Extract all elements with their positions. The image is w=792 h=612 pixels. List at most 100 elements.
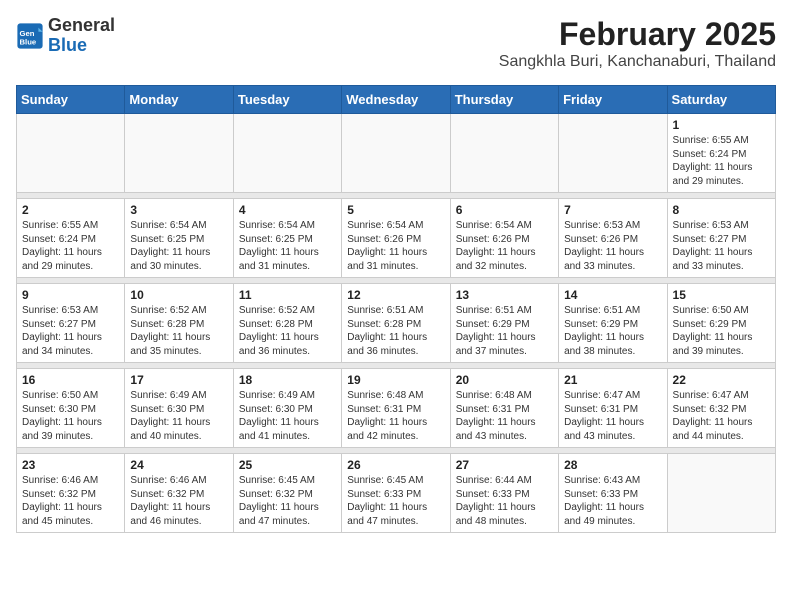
calendar-dow-tuesday: Tuesday [233, 86, 341, 114]
calendar-cell: 21Sunrise: 6:47 AM Sunset: 6:31 PM Dayli… [559, 369, 667, 448]
day-info: Sunrise: 6:54 AM Sunset: 6:26 PM Dayligh… [456, 219, 553, 273]
day-info: Sunrise: 6:45 AM Sunset: 6:32 PM Dayligh… [239, 474, 336, 528]
day-number: 27 [456, 458, 553, 472]
day-info: Sunrise: 6:46 AM Sunset: 6:32 PM Dayligh… [22, 474, 119, 528]
day-number: 16 [22, 373, 119, 387]
calendar-cell: 22 Sunrise: 6:47 AM Sunset: 6:32 PM Dayli… [667, 369, 775, 448]
day-info: Sunrise: 6:53 AM Sunset: 6:26 PM Dayligh… [564, 219, 661, 273]
day-info: Sunrise: 6:52 AM Sunset: 6:28 PM Dayligh… [239, 304, 336, 358]
calendar-cell [450, 114, 558, 193]
day-info: Sunrise: 6:51 AM Sunset: 6:29 PM Dayligh… [456, 304, 553, 358]
calendar-week-1: 1Sunrise: 6:55 AM Sunset: 6:24 PM Daylig… [17, 114, 776, 193]
calendar-cell: 24Sunrise: 6:46 AM Sunset: 6:32 PM Dayli… [125, 454, 233, 533]
calendar-cell [342, 114, 450, 193]
day-info: Sunrise: 6:48 AM Sunset: 6:31 PM Dayligh… [456, 389, 553, 443]
day-number: 9 [22, 288, 119, 302]
day-number: 22 [673, 373, 770, 387]
day-number: 14 [564, 288, 661, 302]
calendar-cell: 1Sunrise: 6:55 AM Sunset: 6:24 PM Daylig… [667, 114, 775, 193]
calendar-cell: 3 Sunrise: 6:54 AM Sunset: 6:25 PM Daylig… [125, 199, 233, 278]
day-number: 12 [347, 288, 444, 302]
calendar-dow-friday: Friday [559, 86, 667, 114]
calendar-cell: 11 Sunrise: 6:52 AM Sunset: 6:28 PM Dayli… [233, 284, 341, 363]
calendar-cell [559, 114, 667, 193]
day-info: Sunrise: 6:45 AM Sunset: 6:33 PM Dayligh… [347, 474, 444, 528]
day-number: 18 [239, 373, 336, 387]
day-info: Sunrise: 6:53 AM Sunset: 6:27 PM Dayligh… [22, 304, 119, 358]
calendar-cell: 12 Sunrise: 6:51 AM Sunset: 6:28 PM Dayli… [342, 284, 450, 363]
calendar-cell: 8 Sunrise: 6:53 AM Sunset: 6:27 PM Daylig… [667, 199, 775, 278]
day-info: Sunrise: 6:51 AM Sunset: 6:29 PM Dayligh… [564, 304, 661, 358]
day-info: Sunrise: 6:54 AM Sunset: 6:26 PM Dayligh… [347, 219, 444, 273]
day-number: 19 [347, 373, 444, 387]
day-info: Sunrise: 6:50 AM Sunset: 6:29 PM Dayligh… [673, 304, 770, 358]
logo: Gen Blue General Blue [16, 16, 115, 56]
calendar-header-row: SundayMondayTuesdayWednesdayThursdayFrid… [17, 86, 776, 114]
day-number: 2 [22, 203, 119, 217]
day-number: 3 [130, 203, 227, 217]
day-number: 25 [239, 458, 336, 472]
calendar-cell: 14 Sunrise: 6:51 AM Sunset: 6:29 PM Dayli… [559, 284, 667, 363]
calendar-cell [233, 114, 341, 193]
calendar-dow-saturday: Saturday [667, 86, 775, 114]
calendar-dow-monday: Monday [125, 86, 233, 114]
day-info: Sunrise: 6:49 AM Sunset: 6:30 PM Dayligh… [239, 389, 336, 443]
calendar-week-4: 16Sunrise: 6:50 AM Sunset: 6:30 PM Dayli… [17, 369, 776, 448]
day-number: 13 [456, 288, 553, 302]
logo-general: General [48, 15, 115, 35]
calendar-cell [17, 114, 125, 193]
day-info: Sunrise: 6:51 AM Sunset: 6:28 PM Dayligh… [347, 304, 444, 358]
calendar-week-5: 23 Sunrise: 6:46 AM Sunset: 6:32 PM Dayli… [17, 454, 776, 533]
calendar-cell: 28Sunrise: 6:43 AM Sunset: 6:33 PM Dayli… [559, 454, 667, 533]
calendar-dow-sunday: Sunday [17, 86, 125, 114]
calendar-cell: 4 Sunrise: 6:54 AM Sunset: 6:25 PM Daylig… [233, 199, 341, 278]
calendar-week-3: 9 Sunrise: 6:53 AM Sunset: 6:27 PM Daylig… [17, 284, 776, 363]
calendar-cell: 18 Sunrise: 6:49 AM Sunset: 6:30 PM Dayli… [233, 369, 341, 448]
day-number: 26 [347, 458, 444, 472]
page-subtitle: Sangkhla Buri, Kanchanaburi, Thailand [499, 53, 776, 71]
day-info: Sunrise: 6:55 AM Sunset: 6:24 PM Dayligh… [22, 219, 119, 273]
day-info: Sunrise: 6:54 AM Sunset: 6:25 PM Dayligh… [239, 219, 336, 273]
calendar-cell [667, 454, 775, 533]
calendar-cell: 9 Sunrise: 6:53 AM Sunset: 6:27 PM Daylig… [17, 284, 125, 363]
calendar-cell: 15 Sunrise: 6:50 AM Sunset: 6:29 PM Dayli… [667, 284, 775, 363]
calendar-cell: 27Sunrise: 6:44 AM Sunset: 6:33 PM Dayli… [450, 454, 558, 533]
calendar-cell: 25 Sunrise: 6:45 AM Sunset: 6:32 PM Dayli… [233, 454, 341, 533]
day-number: 8 [673, 203, 770, 217]
day-info: Sunrise: 6:47 AM Sunset: 6:32 PM Dayligh… [673, 389, 770, 443]
day-info: Sunrise: 6:52 AM Sunset: 6:28 PM Dayligh… [130, 304, 227, 358]
calendar-dow-thursday: Thursday [450, 86, 558, 114]
calendar-cell: 2 Sunrise: 6:55 AM Sunset: 6:24 PM Daylig… [17, 199, 125, 278]
day-info: Sunrise: 6:53 AM Sunset: 6:27 PM Dayligh… [673, 219, 770, 273]
svg-text:Gen: Gen [20, 29, 35, 38]
day-info: Sunrise: 6:46 AM Sunset: 6:32 PM Dayligh… [130, 474, 227, 528]
calendar-week-2: 2 Sunrise: 6:55 AM Sunset: 6:24 PM Daylig… [17, 199, 776, 278]
calendar-cell: 23 Sunrise: 6:46 AM Sunset: 6:32 PM Dayli… [17, 454, 125, 533]
calendar-cell [125, 114, 233, 193]
calendar-cell: 17Sunrise: 6:49 AM Sunset: 6:30 PM Dayli… [125, 369, 233, 448]
day-number: 23 [22, 458, 119, 472]
svg-text:Blue: Blue [20, 37, 37, 46]
day-info: Sunrise: 6:43 AM Sunset: 6:33 PM Dayligh… [564, 474, 661, 528]
calendar-cell: 5Sunrise: 6:54 AM Sunset: 6:26 PM Daylig… [342, 199, 450, 278]
day-info: Sunrise: 6:54 AM Sunset: 6:25 PM Dayligh… [130, 219, 227, 273]
general-blue-icon: Gen Blue [16, 22, 44, 50]
day-info: Sunrise: 6:48 AM Sunset: 6:31 PM Dayligh… [347, 389, 444, 443]
calendar-cell: 20 Sunrise: 6:48 AM Sunset: 6:31 PM Dayli… [450, 369, 558, 448]
day-number: 21 [564, 373, 661, 387]
day-number: 4 [239, 203, 336, 217]
calendar-cell: 19 Sunrise: 6:48 AM Sunset: 6:31 PM Dayli… [342, 369, 450, 448]
day-number: 11 [239, 288, 336, 302]
day-number: 6 [456, 203, 553, 217]
day-number: 17 [130, 373, 227, 387]
day-number: 20 [456, 373, 553, 387]
day-number: 15 [673, 288, 770, 302]
page-title: February 2025 [499, 16, 776, 53]
title-section: February 2025 Sangkhla Buri, Kanchanabur… [499, 16, 776, 71]
calendar-cell: 26 Sunrise: 6:45 AM Sunset: 6:33 PM Dayli… [342, 454, 450, 533]
calendar-cell: 6 Sunrise: 6:54 AM Sunset: 6:26 PM Daylig… [450, 199, 558, 278]
calendar-table: SundayMondayTuesdayWednesdayThursdayFrid… [16, 85, 776, 533]
calendar-cell: 7Sunrise: 6:53 AM Sunset: 6:26 PM Daylig… [559, 199, 667, 278]
calendar-cell: 13 Sunrise: 6:51 AM Sunset: 6:29 PM Dayli… [450, 284, 558, 363]
day-number: 1 [673, 118, 770, 132]
